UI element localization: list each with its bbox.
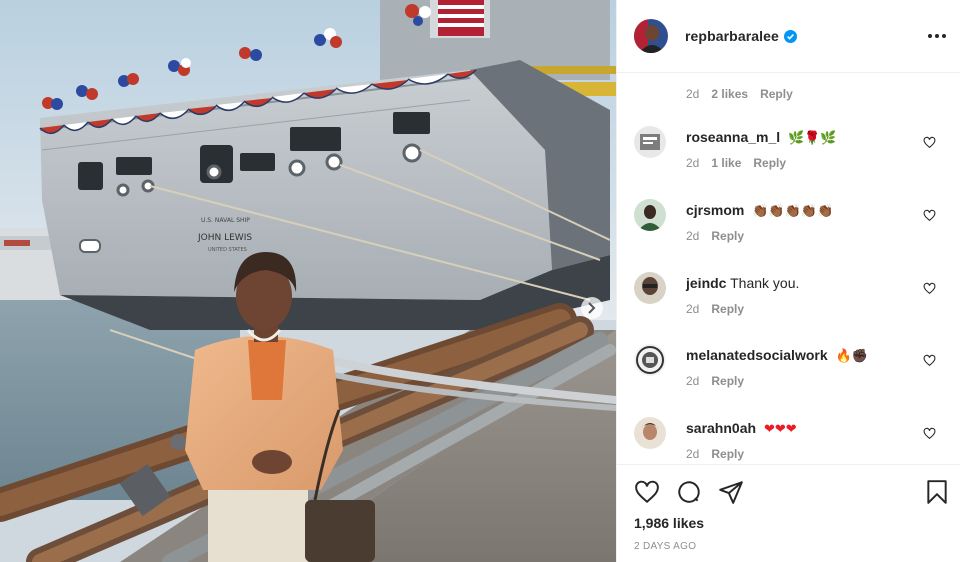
reply-button[interactable]: Reply	[711, 302, 744, 316]
commenter-avatar[interactable]	[634, 126, 666, 158]
commenter-username[interactable]: cjrsmom	[686, 202, 744, 218]
post-header: repbarbaralee	[617, 0, 960, 73]
more-icon-dot	[935, 34, 939, 38]
comment-text: jeindc Thank you.	[686, 274, 799, 292]
post-actions: 1,986 likes 2 DAYS AGO	[617, 464, 960, 562]
previous-comment-meta: 2d 2 likes Reply	[686, 87, 793, 101]
commenter-avatar[interactable]	[634, 417, 666, 449]
ship-lettering-3: UNITED STATES	[208, 247, 247, 253]
reply-button[interactable]: Reply	[711, 447, 744, 461]
comment-emoji: 🌿🌹🌿	[788, 131, 837, 146]
comment-meta: 2d Reply	[686, 229, 744, 243]
comment-time: 2d	[686, 447, 700, 461]
comment-text: roseanna_m_l 🌿🌹🌿	[686, 128, 837, 148]
comment-time: 2d	[686, 87, 700, 101]
commenter-username[interactable]: sarahn0ah	[686, 420, 756, 436]
save-icon[interactable]	[924, 479, 950, 505]
like-comment-heart-icon[interactable]	[923, 209, 936, 222]
comment-meta: 2d Reply	[686, 447, 744, 461]
comment-emoji: 🔥✊🏿	[835, 349, 868, 364]
ship-photo-illustration: U.S. NAVAL SHIP JOHN LEWIS UNITED STATES	[0, 0, 616, 562]
comment-icon[interactable]	[676, 479, 702, 505]
post-timestamp[interactable]: 2 DAYS AGO	[634, 541, 696, 552]
comment-meta: 2d 1 like Reply	[686, 156, 786, 170]
commenter-avatar[interactable]	[634, 199, 666, 231]
author-avatar[interactable]	[634, 19, 668, 53]
comment-emoji: ❤❤❤	[763, 422, 797, 437]
comment-meta: 2d Reply	[686, 302, 744, 316]
reply-button[interactable]: Reply	[753, 156, 786, 170]
commenter-username[interactable]: jeindc	[686, 275, 726, 291]
comment-text: cjrsmom 👏🏾👏🏾👏🏾👏🏾👏🏾	[686, 201, 833, 221]
heart-icon[interactable]	[634, 479, 660, 505]
reply-button[interactable]: Reply	[711, 374, 744, 388]
ship-lettering-1: U.S. NAVAL SHIP	[201, 217, 250, 224]
ship-lettering-name: JOHN LEWIS	[197, 233, 252, 243]
author-avatar-image	[634, 19, 668, 53]
share-icon[interactable]	[718, 479, 744, 505]
like-comment-heart-icon[interactable]	[923, 282, 936, 295]
more-icon-dot	[942, 34, 946, 38]
commenter-username[interactable]: melanatedsocialwork	[686, 347, 828, 363]
reply-button[interactable]: Reply	[760, 87, 793, 101]
comment-message: Thank you.	[730, 275, 800, 291]
reply-button[interactable]: Reply	[711, 229, 744, 243]
commenter-avatar[interactable]	[634, 272, 666, 304]
comment-time: 2d	[686, 156, 700, 170]
comment-time: 2d	[686, 302, 700, 316]
comment-time: 2d	[686, 229, 700, 243]
post-photo: U.S. NAVAL SHIP JOHN LEWIS UNITED STATES	[0, 0, 616, 562]
post-side-panel: repbarbaralee 2d 2 likes Reply roseanna_…	[616, 0, 960, 562]
verified-icon	[783, 29, 797, 43]
comments-list[interactable]: 2d 2 likes Reply roseanna_m_l 🌿🌹🌿 2d 1 l…	[617, 74, 960, 464]
more-options-button[interactable]	[925, 24, 949, 48]
likes-count[interactable]: 1,986 likes	[634, 515, 704, 531]
comment-item: melanatedsocialwork 🔥✊🏿 2d Reply	[617, 344, 960, 414]
like-comment-heart-icon[interactable]	[923, 427, 936, 440]
like-comment-heart-icon[interactable]	[923, 354, 936, 367]
like-comment-heart-icon[interactable]	[923, 136, 936, 149]
commenter-avatar[interactable]	[634, 344, 666, 376]
comment-item: roseanna_m_l 🌿🌹🌿 2d 1 like Reply	[617, 126, 960, 196]
comment-item: sarahn0ah ❤❤❤ 2d Reply	[617, 417, 960, 464]
comment-likes[interactable]: 2 likes	[711, 87, 748, 101]
comment-item: cjrsmom 👏🏾👏🏾👏🏾👏🏾👏🏾 2d Reply	[617, 199, 960, 269]
comment-meta: 2d Reply	[686, 374, 744, 388]
comment-text: melanatedsocialwork 🔥✊🏿	[686, 346, 868, 366]
comment-emoji: 👏🏾👏🏾👏🏾👏🏾👏🏾	[752, 204, 834, 219]
comment-time: 2d	[686, 374, 700, 388]
commenter-username[interactable]: roseanna_m_l	[686, 129, 780, 145]
comment-text: sarahn0ah ❤❤❤	[686, 419, 797, 439]
comment-item: jeindc Thank you. 2d Reply	[617, 272, 960, 342]
author-username[interactable]: repbarbaralee	[685, 28, 779, 44]
more-icon	[928, 34, 932, 38]
comment-likes[interactable]: 1 like	[711, 156, 741, 170]
